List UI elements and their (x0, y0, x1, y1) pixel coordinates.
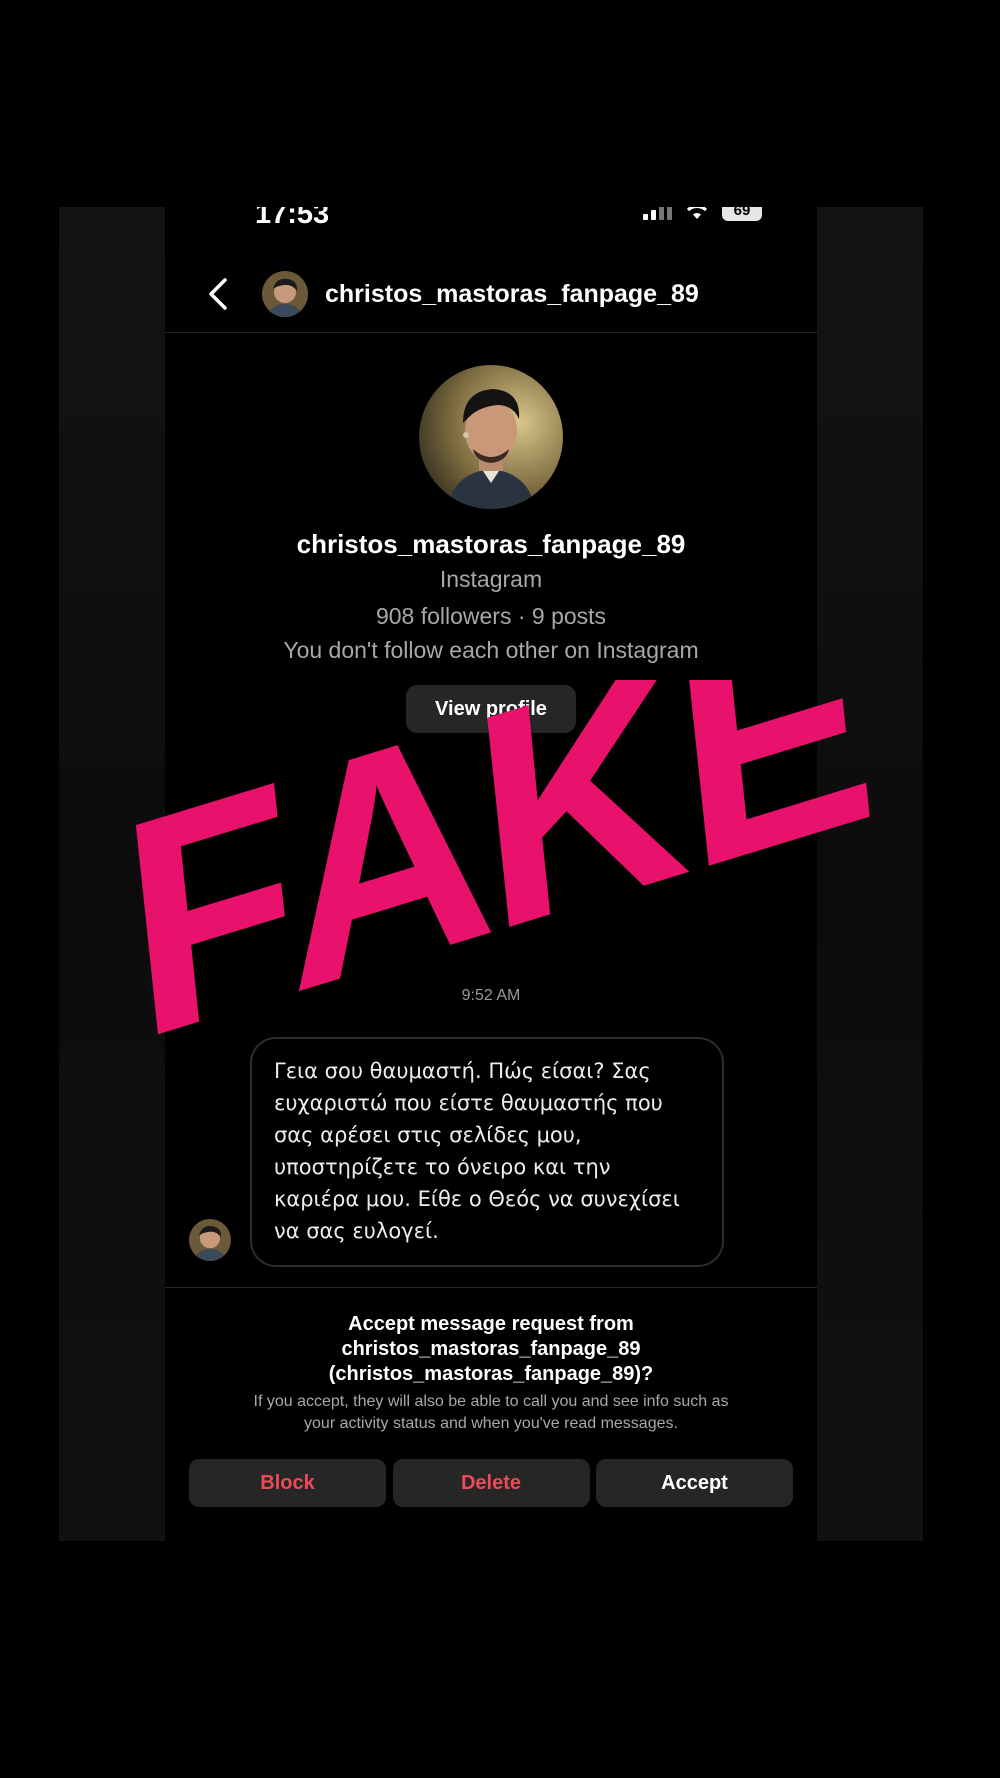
message-line: Γεια σου θαυμαστή. Πώς είσαι? Σας (274, 1059, 651, 1083)
status-bar: 17:53 69 (165, 207, 817, 231)
header-username[interactable]: christos_mastoras_fanpage_89 (325, 276, 699, 312)
request-title-line: Accept message request from (348, 1313, 634, 1335)
message-line: να σας ευλογεί. (274, 1219, 439, 1243)
status-icons: 69 (643, 207, 762, 221)
message-timestamp: 9:52 AM (461, 987, 521, 1004)
background-panel-right (817, 207, 923, 1541)
profile-platform: Instagram (439, 566, 543, 592)
request-note-line: your activity status and when you've rea… (304, 1415, 678, 1432)
background-panel-left (59, 207, 165, 1541)
status-time: 17:53 (255, 207, 330, 230)
profile-stats: 908 followers · 9 posts (375, 603, 607, 629)
delete-button[interactable]: Delete (392, 1459, 590, 1507)
wifi-icon (685, 207, 709, 219)
message-bubble: Γεια σου θαυμαστή. Πώς είσαι? Σας ευχαρι… (250, 1037, 724, 1267)
block-button[interactable]: Block (189, 1459, 386, 1507)
message-line: υποστηρίζετε το όνειρο και την (274, 1155, 611, 1179)
header-avatar[interactable] (262, 271, 308, 317)
message-sender-avatar[interactable] (189, 1219, 231, 1261)
request-title-line: christos_mastoras_fanpage_89 (341, 1338, 641, 1360)
message-line: καριέρα μου. Είθε ο Θεός να συνεχίσει (274, 1187, 680, 1211)
divider (165, 1287, 817, 1288)
request-actions: Block Delete Accept (189, 1459, 793, 1507)
message-line: ευχαριστώ που είστε θαυμαστής που (274, 1091, 663, 1115)
chevron-left-icon[interactable] (203, 274, 233, 314)
follow-status: You don't follow each other on Instagram (283, 637, 699, 663)
request-title: Accept message request from christos_mas… (205, 1312, 777, 1387)
phone-screen: 17:53 69 christos_mastoras_fanpage_89 ch… (165, 207, 817, 1541)
profile-avatar[interactable] (419, 365, 563, 509)
battery-icon: 69 (722, 207, 762, 221)
view-profile-button[interactable]: View profile (406, 685, 576, 733)
request-title-line: (christos_mastoras_fanpage_89)? (328, 1363, 654, 1385)
chat-header: christos_mastoras_fanpage_89 (165, 262, 817, 333)
accept-button[interactable]: Accept (596, 1459, 793, 1507)
cellular-signal-icon (643, 207, 672, 220)
request-note: If you accept, they will also be able to… (185, 1391, 797, 1435)
request-note-line: If you accept, they will also be able to… (253, 1393, 729, 1410)
profile-username: christos_mastoras_fanpage_89 (296, 529, 686, 559)
message-line: σας αρέσει στις σελίδες μου, (274, 1123, 582, 1147)
